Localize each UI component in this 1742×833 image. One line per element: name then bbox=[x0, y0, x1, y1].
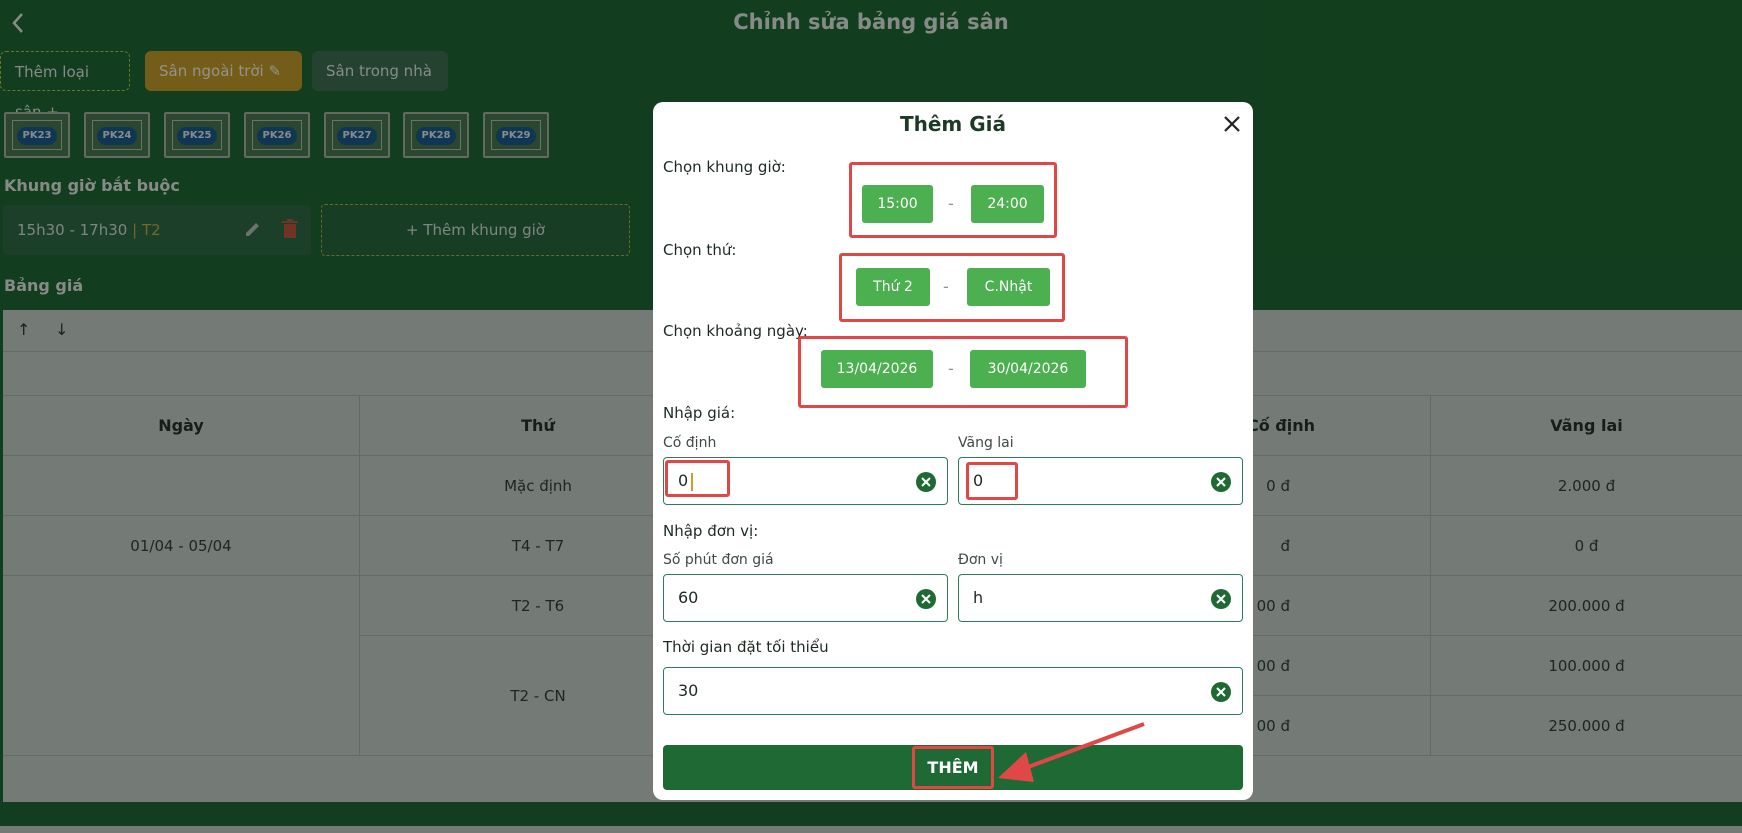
clear-icon[interactable] bbox=[1210, 681, 1232, 703]
modal-title: Thêm Giá bbox=[899, 112, 1006, 136]
annotation-arrow bbox=[998, 722, 1145, 782]
annotation-box bbox=[798, 336, 1128, 408]
fixed-price-label: Cố định bbox=[663, 435, 717, 451]
minutes-label: Số phút đơn giá bbox=[663, 552, 774, 568]
price-section-label: Nhập giá: bbox=[663, 404, 736, 422]
annotation-box bbox=[839, 253, 1065, 322]
clear-icon[interactable] bbox=[915, 471, 937, 493]
clear-icon[interactable] bbox=[1210, 588, 1232, 610]
add-price-modal: Thêm Giá Chọn khung giờ: 15:00 - 24:00 C… bbox=[653, 102, 1253, 800]
unit-label: Đơn vị bbox=[958, 552, 1003, 568]
annotation-box bbox=[912, 746, 994, 789]
annotation-box bbox=[966, 462, 1018, 500]
weekday-range-label: Chọn thứ: bbox=[663, 241, 737, 259]
clear-icon[interactable] bbox=[915, 588, 937, 610]
clear-icon[interactable] bbox=[1210, 471, 1232, 493]
minutes-value: 60 bbox=[678, 588, 699, 607]
min-time-label: Thời gian đặt tối thiểu bbox=[663, 638, 829, 656]
date-range-label: Chọn khoảng ngày: bbox=[663, 322, 808, 340]
min-time-input[interactable]: 30 bbox=[663, 667, 1243, 715]
time-range-label: Chọn khung giờ: bbox=[663, 158, 786, 176]
unit-input[interactable]: h bbox=[958, 574, 1243, 622]
unit-section-label: Nhập đơn vị: bbox=[663, 522, 759, 540]
annotation-box bbox=[665, 460, 730, 497]
min-time-value: 30 bbox=[678, 681, 699, 700]
minutes-input[interactable]: 60 bbox=[663, 574, 948, 622]
walkin-price-label: Vãng lai bbox=[958, 435, 1014, 451]
unit-value: h bbox=[973, 588, 984, 607]
close-icon[interactable] bbox=[1220, 112, 1244, 136]
annotation-box bbox=[849, 162, 1057, 238]
